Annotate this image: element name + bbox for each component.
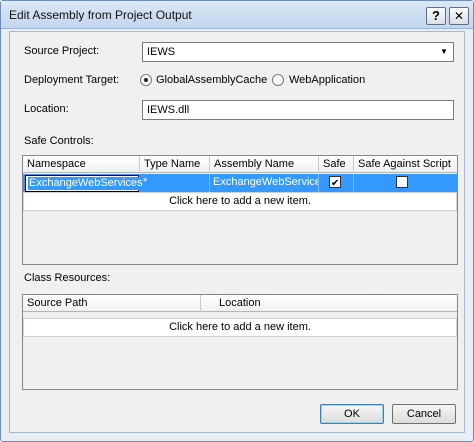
column-namespace[interactable]: Namespace [23,156,140,173]
namespace-cell-editor[interactable]: ExchangeWebServices [25,175,144,192]
class-resources-add-item[interactable]: Click here to add a new item. [23,318,457,337]
deployment-target-label: Deployment Target: [24,74,120,86]
source-project-label: Source Project: [24,45,100,57]
type-name-cell[interactable]: * [140,174,210,192]
help-button[interactable]: ? [426,7,446,25]
dialog-body: Source Project: IEWS ▼ Deployment Target… [9,31,465,433]
source-project-dropdown[interactable]: IEWS ▼ [142,42,454,62]
column-type-name[interactable]: Type Name [140,156,210,173]
safe-against-script-cell[interactable] [354,174,457,192]
safe-controls-header: Namespace Type Name Assembly Name Safe S… [23,156,457,173]
column-assembly-name[interactable]: Assembly Name [210,156,319,173]
table-row[interactable]: ExchangeWebServices * ExchangeWebService… [23,174,457,192]
title-bar: Edit Assembly from Project Output ? ✕ [1,1,473,29]
column-source-path[interactable]: Source Path [23,295,201,312]
namespace-cell-value: ExchangeWebServices [28,177,144,190]
safe-controls-label: Safe Controls: [24,135,94,147]
column-safe[interactable]: Safe [319,156,354,173]
column-safe-against-script[interactable]: Safe Against Script [354,156,457,173]
close-button[interactable]: ✕ [449,7,469,25]
safe-cell[interactable] [319,174,354,192]
class-resources-label: Class Resources: [24,272,111,284]
radio-web-application-label[interactable]: WebApplication [289,74,365,86]
dialog-title: Edit Assembly from Project Output [9,8,192,22]
column-location[interactable]: Location [201,295,457,312]
location-value: IEWS.dll [147,104,190,116]
chevron-down-icon[interactable]: ▼ [436,44,452,60]
radio-global-assembly-cache-label[interactable]: GlobalAssemblyCache [156,74,267,86]
safe-against-script-checkbox[interactable] [396,176,408,188]
assembly-name-cell[interactable]: ExchangeWebServices [210,174,319,192]
class-resources-grid: Source Path Location Click here to add a… [22,294,458,390]
safe-controls-grid: Namespace Type Name Assembly Name Safe S… [22,155,458,265]
dialog-window: Edit Assembly from Project Output ? ✕ So… [0,0,474,442]
ok-button[interactable]: OK [320,404,384,424]
class-resources-header: Source Path Location [23,295,457,312]
location-input[interactable]: IEWS.dll [142,100,454,120]
radio-global-assembly-cache[interactable] [140,74,152,86]
source-project-value: IEWS [147,46,176,58]
cancel-button[interactable]: Cancel [392,404,456,424]
safe-checkbox[interactable] [329,175,341,192]
location-label: Location: [24,103,69,115]
radio-web-application[interactable] [272,74,284,86]
safe-controls-add-item[interactable]: Click here to add a new item. [23,192,457,211]
